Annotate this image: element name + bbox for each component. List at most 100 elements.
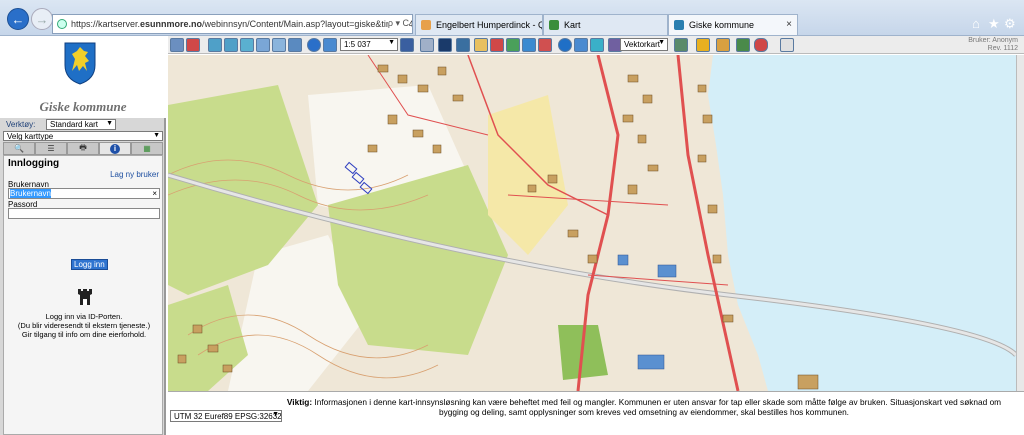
map-type-value: Velg karttype	[7, 131, 54, 141]
person-icon[interactable]	[716, 38, 730, 52]
new-user-link[interactable]: Lag ny bruker	[110, 170, 159, 179]
home-icon[interactable]: ⌂	[972, 16, 980, 31]
address-bar[interactable]: https://kartserver. esunnmore.no/webinnsy…	[52, 14, 413, 34]
previous-extent-icon[interactable]	[288, 38, 302, 52]
coat-of-arms-logo	[64, 42, 96, 85]
projection-value: UTM 32 Euref89 EPSG:32632	[174, 411, 282, 421]
gps-icon[interactable]	[438, 38, 452, 52]
tab-label: Giske kommune	[689, 20, 755, 30]
tool-select[interactable]: Standard kart ▼	[46, 119, 116, 130]
next-extent-icon[interactable]	[323, 38, 337, 52]
route-icon[interactable]	[574, 38, 588, 52]
left-panel: Giske kommune Verktøy: Standard kart ▼ Ve…	[0, 36, 166, 435]
url-prefix: https://kartserver.	[71, 19, 141, 29]
tab-label: Engelbert Humperdinck - Qua...	[436, 20, 542, 30]
erase-icon[interactable]	[754, 38, 768, 52]
panel-tabs: 🔍 ☰ 🖶 i ▦	[3, 142, 163, 155]
search-map-icon[interactable]	[506, 38, 520, 52]
login-button[interactable]: Logg inn	[71, 259, 108, 270]
clear-icon[interactable]: ×	[152, 189, 157, 198]
address-tools-icon[interactable]: ρ ▾ C	[387, 18, 409, 29]
tool-select-value: Standard kart	[50, 120, 99, 129]
logo-area: Giske kommune	[0, 36, 166, 118]
tool-label: Verktøy:	[6, 120, 36, 129]
close-tab-icon[interactable]: ×	[786, 19, 792, 30]
scale-value: 1:5 037	[344, 40, 371, 49]
login-title: Innlogging	[8, 158, 60, 169]
zoom-box-icon[interactable]	[240, 38, 254, 52]
username-value: Brukernavn	[10, 189, 51, 198]
print-icon[interactable]	[538, 38, 552, 52]
favorites-star-icon[interactable]: ★	[988, 16, 1000, 32]
info-icon: i	[110, 143, 120, 154]
rev-label: Rev. 1112	[987, 45, 1018, 52]
measure-icon[interactable]	[186, 38, 200, 52]
sea-area	[708, 55, 1016, 391]
map-canvas[interactable]	[168, 55, 1016, 391]
map-view-value: Vektorkart	[624, 40, 661, 49]
terrain-icon[interactable]	[590, 38, 604, 52]
music-icon	[421, 20, 431, 30]
password-field[interactable]	[8, 208, 160, 219]
tab-giske-kommune[interactable]: Giske kommune ×	[668, 14, 798, 35]
url-domain: esunnmore.no	[140, 19, 203, 29]
id-porten-text[interactable]: Logg inn via ID-Porten. (Du blir videres…	[4, 312, 164, 339]
id-porten-line-1: Logg inn via ID-Porten.	[45, 312, 123, 321]
id-porten-tower-icon[interactable]	[77, 288, 93, 306]
shield-tab-icon	[549, 20, 559, 30]
mail-icon[interactable]	[780, 38, 794, 52]
property-icon[interactable]	[474, 38, 488, 52]
projection-select[interactable]: UTM 32 Euref89 EPSG:32632 ▼	[170, 410, 282, 422]
tab-map[interactable]: ▦	[131, 142, 163, 155]
chevron-down-icon: ▼	[106, 120, 113, 127]
zoom-out-icon[interactable]	[224, 38, 238, 52]
layers-icon[interactable]	[456, 38, 470, 52]
map-toolbar: 1:5 037 ▼ Vektorkart ▼ Bruker: Anonym Rev.…	[168, 36, 1024, 54]
user-label: Bruker: Anonym	[968, 37, 1018, 44]
camera-icon[interactable]	[674, 38, 688, 52]
graph-icon[interactable]	[736, 38, 750, 52]
user-info: Bruker: Anonym Rev. 1112	[968, 37, 1018, 53]
settings-gear-icon[interactable]: ⚙	[1004, 16, 1016, 32]
browser-chrome: ← → https://kartserver. esunnmore.no/webi…	[0, 0, 1024, 36]
public-buildings	[617, 254, 677, 370]
chevron-down-icon: ▼	[272, 411, 279, 418]
scale-select[interactable]: 1:5 037 ▼	[340, 38, 398, 51]
back-arrow-icon[interactable]	[307, 38, 321, 52]
map-scrollbar[interactable]	[1016, 55, 1024, 391]
bottom-bar: UTM 32 Euref89 EPSG:32632 ▼ Viktig: Infor…	[168, 391, 1024, 435]
disclaimer: Viktig: Informasjonen i denne kart-innsy…	[284, 397, 1004, 417]
tab-layers[interactable]: ☰	[35, 142, 67, 155]
id-porten-line-2: (Du blir videresendt til ekstern tjenest…	[17, 321, 151, 330]
tab-engelbert[interactable]: Engelbert Humperdinck - Qua...	[415, 14, 543, 35]
chevron-down-icon: ▼	[658, 39, 665, 46]
forward-button[interactable]: →	[31, 8, 53, 30]
tab-kart[interactable]: Kart	[543, 14, 668, 35]
help-icon[interactable]	[558, 38, 572, 52]
map-type-select[interactable]: Velg karttype ▼	[3, 131, 163, 141]
disclaimer-text: Informasjonen i denne kart-innsynsløsnin…	[314, 397, 1002, 417]
login-panel: Innlogging Lag ny bruker Brukernavn Bruk…	[3, 155, 163, 435]
tab-search[interactable]: 🔍	[3, 142, 35, 155]
id-porten-line-3: Gir tilgang til info om dine eierforhold…	[21, 330, 147, 339]
chevron-down-icon: ▼	[388, 39, 395, 46]
map-view-select[interactable]: Vektorkart ▼	[620, 38, 668, 51]
back-button[interactable]: ←	[7, 8, 29, 30]
export-icon[interactable]	[522, 38, 536, 52]
pan-icon[interactable]	[256, 38, 270, 52]
tab-print[interactable]: 🖶	[67, 142, 99, 155]
binoculars-icon[interactable]	[170, 38, 184, 52]
tab-label: Kart	[564, 20, 581, 30]
site-icon	[57, 19, 67, 29]
username-field[interactable]: Brukernavn ×	[8, 188, 160, 199]
report-icon[interactable]	[490, 38, 504, 52]
draw-icon[interactable]	[420, 38, 434, 52]
chevron-down-icon: ▼	[153, 132, 160, 139]
full-extent-icon[interactable]	[272, 38, 286, 52]
disclaimer-bold: Viktig:	[286, 397, 313, 407]
lock-icon[interactable]	[696, 38, 710, 52]
tab-info[interactable]: i	[99, 142, 131, 155]
info-tool-icon[interactable]	[400, 38, 414, 52]
map-graphic	[168, 55, 1016, 391]
zoom-in-icon[interactable]	[208, 38, 222, 52]
